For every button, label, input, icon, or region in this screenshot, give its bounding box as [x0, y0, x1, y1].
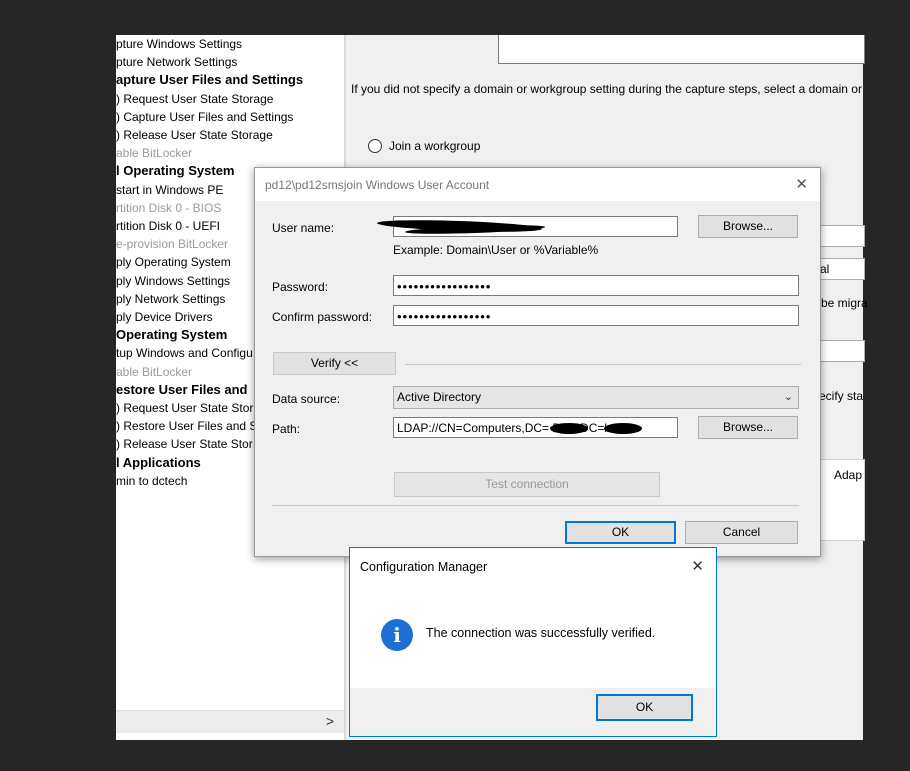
password-input[interactable]: ••••••••••••••••• — [393, 275, 799, 296]
configuration-manager-message-box: Configuration Manager ✕ i The connection… — [349, 547, 717, 737]
close-icon[interactable]: ✕ — [691, 557, 704, 575]
password-label: Password: — [272, 280, 329, 294]
top-textbox[interactable] — [498, 35, 865, 64]
redaction-mark — [604, 423, 642, 434]
tree-item[interactable]: tup Windows and Configu — [116, 344, 253, 362]
data-source-value: Active Directory — [397, 390, 482, 404]
verify-separator — [405, 364, 801, 365]
tree-item[interactable]: ) Release User State Storage — [116, 126, 273, 144]
verify-button[interactable]: Verify << — [273, 352, 396, 375]
tree-item[interactable]: ) Restore User Files and S — [116, 417, 257, 435]
path-label: Path: — [272, 422, 301, 436]
tree-item[interactable]: Operating System — [116, 326, 227, 344]
redaction-mark — [550, 423, 588, 434]
tree-item[interactable]: rtition Disk 0 - BIOS — [116, 199, 221, 217]
username-example-text: Example: Domain\User or %Variable% — [393, 243, 599, 257]
tree-item[interactable]: apture User Files and Settings — [116, 71, 303, 89]
scroll-right-icon[interactable]: > — [326, 713, 334, 729]
chevron-down-icon: ⌄ — [783, 391, 793, 403]
right-textbox-2[interactable]: al — [819, 258, 865, 280]
tree-horizontal-scrollbar[interactable]: > — [116, 710, 344, 733]
test-connection-button[interactable]: Test connection — [394, 472, 660, 497]
domain-info-text: If you did not specify a domain or workg… — [351, 82, 862, 96]
tree-item[interactable]: able BitLocker — [116, 144, 192, 162]
message-box-title: Configuration Manager — [360, 560, 488, 574]
dialog-title: pd12\pd12smsjoin Windows User Account — [265, 178, 490, 192]
message-text: The connection was successfully verified… — [426, 626, 656, 640]
tree-item[interactable]: ) Request User State Stor — [116, 399, 253, 417]
tree-item[interactable]: estore User Files and — [116, 381, 248, 399]
join-workgroup-radio[interactable] — [368, 139, 382, 153]
join-workgroup-label: Join a workgroup — [389, 139, 481, 153]
tree-item[interactable]: min to dctech — [116, 472, 187, 490]
info-icon: i — [381, 619, 413, 651]
tree-item[interactable]: ) Request User State Storage — [116, 90, 273, 108]
adapter-list[interactable]: Adap — [819, 459, 865, 541]
data-source-label: Data source: — [272, 392, 341, 406]
right-textbox-3[interactable] — [819, 340, 865, 362]
confirm-password-input[interactable]: ••••••••••••••••• — [393, 305, 799, 326]
path-browse-button[interactable]: Browse... — [698, 416, 798, 439]
right-textbox-1[interactable] — [819, 225, 865, 247]
tree-item[interactable]: able BitLocker — [116, 363, 192, 381]
tree-item[interactable]: ply Network Settings — [116, 290, 225, 308]
tree-item[interactable]: l Applications — [116, 454, 201, 472]
cancel-button[interactable]: Cancel — [685, 521, 798, 544]
message-body: Configuration Manager ✕ i The connection… — [350, 548, 716, 688]
tree-item[interactable]: pture Windows Settings — [116, 35, 242, 53]
user-account-dialog: pd12\pd12smsjoin Windows User Account ✕ … — [254, 167, 821, 557]
adapter-column-header[interactable]: Adap — [834, 468, 862, 482]
bottom-separator — [272, 505, 799, 506]
message-ok-button[interactable]: OK — [596, 694, 693, 721]
tree-item[interactable]: ) Capture User Files and Settings — [116, 108, 293, 126]
tree-item[interactable]: start in Windows PE — [116, 181, 223, 199]
tree-item[interactable]: ) Release User State Stor — [116, 435, 253, 453]
tree-item[interactable]: e-provision BitLocker — [116, 235, 228, 253]
confirm-password-label: Confirm password: — [272, 310, 373, 324]
close-icon[interactable]: ✕ — [795, 175, 808, 193]
dialog-title-bar[interactable]: pd12\pd12smsjoin Windows User Account ✕ — [255, 168, 820, 201]
right-partial-text-3: ecify sta — [819, 389, 864, 403]
username-browse-button[interactable]: Browse... — [698, 215, 798, 238]
tree-item[interactable]: ply Windows Settings — [116, 272, 230, 290]
data-source-select[interactable]: Active Directory ⌄ — [393, 386, 799, 409]
tree-item[interactable]: ply Operating System — [116, 253, 231, 271]
right-partial-text-1: al — [820, 262, 830, 276]
right-partial-text-2: be migra — [821, 296, 868, 310]
tree-item[interactable]: ply Device Drivers — [116, 308, 213, 326]
tree-item[interactable]: rtition Disk 0 - UEFI — [116, 217, 220, 235]
tree-item[interactable]: pture Network Settings — [116, 53, 237, 71]
ok-button[interactable]: OK — [565, 521, 676, 544]
username-label: User name: — [272, 221, 335, 235]
tree-item[interactable]: l Operating System — [116, 162, 234, 180]
